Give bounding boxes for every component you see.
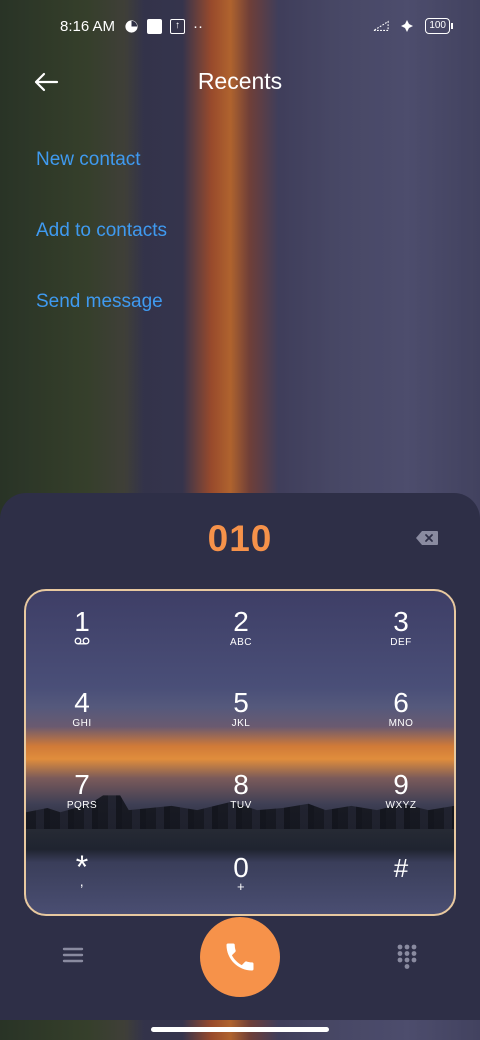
key-2[interactable]: 2 ABC [181, 607, 301, 673]
new-contact-link[interactable]: New contact [36, 149, 141, 171]
backspace-button[interactable] [415, 530, 439, 546]
menu-button[interactable] [62, 945, 84, 965]
key-letters: DEF [390, 637, 412, 648]
key-digit: 9 [393, 769, 409, 800]
status-right: 100 [373, 18, 453, 34]
send-message-link[interactable]: Send message [36, 291, 163, 313]
dialed-number: 010 [207, 518, 273, 559]
upload-icon: ↑ [170, 19, 186, 34]
key-digit: 4 [74, 687, 90, 718]
navigation-bar [0, 1020, 480, 1040]
key-8[interactable]: 8 TUV [181, 770, 301, 836]
key-digit: 7 [74, 769, 90, 800]
dialpad-icon [397, 944, 417, 969]
key-letters: MNO [388, 718, 414, 729]
key-letters: PQRS [66, 800, 98, 811]
key-star[interactable]: * , [26, 851, 142, 914]
data-saver-icon [123, 19, 139, 35]
backspace-icon [416, 531, 438, 545]
signal-icon [373, 18, 389, 34]
bottom-action-bar [0, 915, 480, 1015]
status-left: 8:16 AM ↑ ·· [60, 18, 203, 35]
key-6[interactable]: 6 MNO [341, 687, 454, 754]
wifi-icon [399, 18, 415, 34]
key-4[interactable]: 4 GHI [26, 687, 142, 754]
key-digit: 8 [233, 769, 249, 800]
battery-indicator: 100 [425, 18, 453, 34]
key-letters: WXYZ [385, 800, 417, 811]
key-digit: 1 [74, 606, 90, 637]
key-letters: JKL [231, 718, 251, 729]
add-to-contacts-link[interactable]: Add to contacts [36, 220, 167, 242]
key-letters: ABC [229, 637, 253, 648]
dialpad-toggle-button[interactable] [396, 943, 418, 969]
key-0[interactable]: 0 + [181, 853, 301, 914]
key-letters: + [236, 879, 246, 894]
more-notifications-icon: ·· [193, 18, 204, 35]
key-digit: # [393, 853, 409, 883]
key-7[interactable]: 7 PQRS [26, 769, 142, 836]
voicemail-icon [26, 637, 142, 648]
key-letters: TUV [230, 800, 252, 811]
key-3[interactable]: 3 DEF [341, 606, 454, 673]
notification-app-icon [147, 19, 163, 34]
key-letters: GHI [72, 718, 92, 729]
key-letters: , [79, 873, 85, 889]
key-digit: 6 [393, 687, 409, 718]
header: Recents [0, 60, 480, 104]
status-time: 8:16 AM [60, 18, 116, 35]
key-digit: 2 [233, 606, 249, 637]
phone-icon [226, 943, 254, 971]
key-1[interactable]: 1 [26, 606, 142, 673]
key-9[interactable]: 9 WXYZ [341, 769, 454, 836]
status-bar: 8:16 AM ↑ ·· 100 [0, 0, 480, 56]
call-button[interactable] [200, 917, 280, 997]
keypad: 1 2 ABC 3 DEF 4 GHI 5 JKL 6 MNO 7 PQRS 8… [24, 589, 456, 916]
home-indicator[interactable] [151, 1027, 329, 1032]
menu-icon [62, 947, 84, 963]
key-5[interactable]: 5 JKL [181, 688, 301, 754]
page-title: Recents [197, 68, 283, 94]
key-hash[interactable]: # [341, 853, 454, 914]
key-digit: 3 [393, 606, 409, 637]
key-digit: 5 [233, 687, 249, 718]
